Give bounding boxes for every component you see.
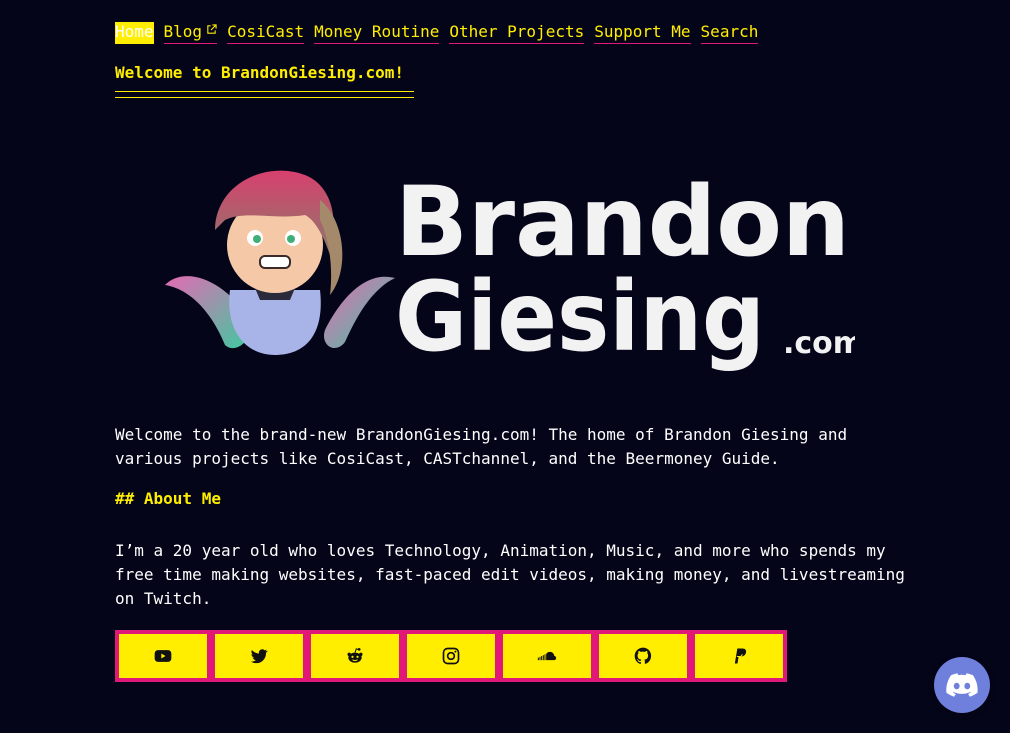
soundcloud-button[interactable] [503,634,591,678]
nav-home[interactable]: Home [115,22,154,44]
twitter-button[interactable] [215,634,303,678]
nav-cosicast[interactable]: CosiCast [227,22,305,44]
top-nav: Home Blog CosiCast Money Routine Other P… [115,22,759,44]
youtube-icon [154,650,172,662]
site-logo: Brandon Giesing .com [165,166,855,373]
nav-other-projects[interactable]: Other Projects [449,22,585,44]
nav-support-me[interactable]: Support Me [594,22,691,44]
page: Home Blog CosiCast Money Routine Other P… [0,0,1010,733]
nav-blog-label: Blog [163,22,203,41]
paypal-button[interactable] [695,634,783,678]
paypal-icon [734,648,747,664]
logo-suffix: .com [783,326,855,361]
github-button[interactable] [599,634,687,678]
intro-text: Welcome to the brand-new BrandonGiesing.… [115,425,848,468]
external-link-icon [207,24,217,34]
instagram-button[interactable] [407,634,495,678]
reddit-button[interactable] [311,634,399,678]
page-title: Welcome to BrandonGiesing.com! [115,63,404,82]
reddit-icon [347,648,363,663]
soundcloud-icon [537,651,557,661]
twitter-icon [250,649,268,664]
mascot-illustration [165,170,395,355]
about-text: I’m a 20 year old who loves Technology, … [115,541,905,608]
social-links [115,630,787,682]
title-underline [115,91,414,98]
nav-money-routine[interactable]: Money Routine [314,22,440,44]
nav-search[interactable]: Search [700,22,759,44]
nav-blog[interactable]: Blog [163,22,218,44]
logo-line2: Giesing [395,261,765,373]
discord-icon [946,673,978,697]
discord-widget-button[interactable] [934,657,990,713]
youtube-button[interactable] [119,634,207,678]
instagram-icon [442,647,460,665]
github-icon [634,647,652,664]
about-heading: ## About Me [115,489,221,508]
